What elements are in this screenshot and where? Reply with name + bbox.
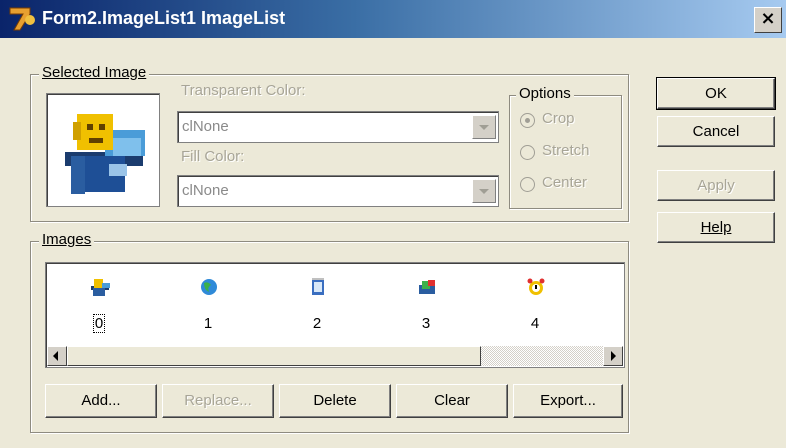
scroll-left-icon[interactable] (47, 346, 67, 366)
selected-image-preview (46, 93, 160, 207)
chevron-down-icon[interactable] (472, 115, 496, 139)
computer-network-icon (91, 279, 110, 296)
list-item-caption: 2 (312, 315, 322, 332)
list-item-caption: 0 (92, 314, 106, 333)
fill-color-label: Fill Color: (181, 148, 245, 165)
list-item[interactable]: 2 (287, 271, 347, 341)
notepad-icon (312, 278, 324, 295)
clear-button[interactable]: Clear (396, 384, 508, 418)
scroll-right-icon[interactable] (603, 346, 623, 366)
delete-button[interactable]: Delete (279, 384, 391, 418)
window-title: Form2.ImageList1 ImageList (42, 8, 286, 28)
options-legend: Options (516, 85, 574, 102)
list-item[interactable]: 0 (69, 271, 129, 341)
help-button[interactable]: Help (657, 212, 775, 243)
transparent-color-combo[interactable]: clNone (177, 111, 499, 143)
transparent-color-label: Transparent Color: (181, 82, 306, 99)
globe-icon (201, 279, 217, 295)
cancel-button[interactable]: Cancel (657, 116, 775, 147)
fill-color-combo[interactable]: clNone (177, 175, 499, 207)
alarm-clock-icon (527, 278, 545, 295)
list-item-caption: 4 (530, 315, 540, 332)
fill-color-value: clNone (182, 182, 229, 199)
add-button[interactable]: Add... (45, 384, 157, 418)
ok-button[interactable]: OK (656, 77, 776, 110)
radio-checked-icon (520, 113, 535, 128)
computer-network-icon (65, 114, 145, 194)
radio-center-label: Center (542, 174, 588, 191)
radio-stretch-label: Stretch (542, 142, 590, 159)
bookmark-icon (419, 280, 435, 294)
list-item[interactable]: 4 (505, 271, 565, 341)
list-item[interactable]: 1 (178, 271, 238, 341)
horizontal-scrollbar[interactable] (47, 346, 623, 366)
images-legend: Images (39, 231, 95, 248)
delphi-app-icon (9, 7, 35, 31)
apply-button[interactable]: Apply (657, 170, 775, 201)
scroll-thumb[interactable] (67, 346, 481, 366)
close-icon: × (760, 8, 776, 29)
image-list-view[interactable]: 0 1 2 3 4 (45, 262, 625, 368)
list-item-caption: 3 (421, 315, 431, 332)
transparent-color-value: clNone (182, 118, 229, 135)
radio-unchecked-icon (520, 177, 535, 192)
title-bar[interactable]: Form2.ImageList1 ImageList × (0, 0, 786, 38)
replace-button[interactable]: Replace... (162, 384, 274, 418)
radio-crop-label: Crop (542, 110, 575, 127)
chevron-down-icon[interactable] (472, 179, 496, 203)
list-item[interactable]: 3 (396, 271, 456, 341)
list-item-caption: 1 (203, 315, 213, 332)
selected-image-legend: Selected Image (39, 64, 150, 81)
close-button[interactable]: × (754, 7, 782, 33)
radio-unchecked-icon (520, 145, 535, 160)
export-button[interactable]: Export... (513, 384, 623, 418)
